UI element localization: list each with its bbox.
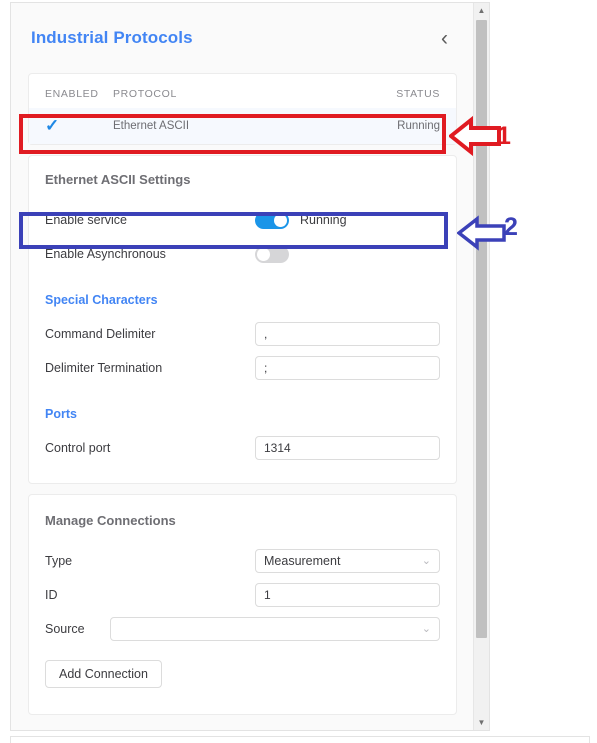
column-header-protocol: PROTOCOL xyxy=(113,88,177,100)
enable-service-row: Enable service Running xyxy=(29,203,456,237)
bottom-panel-strip xyxy=(10,736,590,743)
special-characters-title: Special Characters xyxy=(45,293,158,307)
column-header-enabled: ENABLED xyxy=(45,88,99,100)
scroll-down-arrow-icon[interactable]: ▼ xyxy=(474,715,489,730)
industrial-protocols-panel: Industrial Protocols ‹ ENABLED PROTOCOL … xyxy=(10,2,490,731)
enable-service-label: Enable service xyxy=(45,213,127,227)
toggle-knob xyxy=(274,213,287,227)
toggle-knob xyxy=(257,247,270,261)
chevron-down-icon: ⌄ xyxy=(421,554,431,567)
command-delimiter-input[interactable] xyxy=(255,322,440,346)
add-connection-button[interactable]: Add Connection xyxy=(45,660,162,688)
connection-id-label: ID xyxy=(45,588,58,602)
scroll-up-arrow-icon[interactable]: ▲ xyxy=(474,3,489,18)
enable-asynchronous-label: Enable Asynchronous xyxy=(45,247,166,261)
connection-source-row: Source ⌄ xyxy=(29,612,456,646)
annotation-number-2: 2 xyxy=(504,213,518,241)
table-row[interactable]: ✓ Ethernet ASCII Running xyxy=(29,108,456,144)
check-icon[interactable]: ✓ xyxy=(45,117,113,134)
enable-service-toggle[interactable] xyxy=(255,211,289,229)
row-protocol-name: Ethernet ASCII xyxy=(113,119,190,132)
enable-service-state-text: Running xyxy=(300,213,347,227)
connection-id-row: ID xyxy=(29,578,456,612)
control-port-label: Control port xyxy=(45,441,111,455)
table-header-row: ENABLED PROTOCOL STATUS xyxy=(29,74,456,108)
manage-connections-title: Manage Connections xyxy=(45,513,176,528)
delimiter-termination-label: Delimiter Termination xyxy=(45,361,163,375)
connection-id-input[interactable] xyxy=(255,583,440,607)
annotation-number-1: 1 xyxy=(497,122,511,150)
chevron-left-icon[interactable]: ‹ xyxy=(437,26,452,51)
connection-type-value: Measurement xyxy=(264,554,341,568)
connection-source-select[interactable]: ⌄ xyxy=(110,617,440,641)
control-port-row: Control port xyxy=(29,431,456,465)
check-glyph: ✓ xyxy=(45,116,60,135)
connection-type-select[interactable]: Measurement ⌄ xyxy=(255,549,440,573)
delimiter-termination-input[interactable] xyxy=(255,356,440,380)
page-title: Industrial Protocols xyxy=(31,28,193,47)
ethernet-ascii-settings-card: Ethernet ASCII Settings Enable service R… xyxy=(28,155,457,484)
enable-asynchronous-row: Enable Asynchronous xyxy=(29,237,456,271)
connection-type-row: Type Measurement ⌄ xyxy=(29,544,456,578)
control-port-input[interactable] xyxy=(255,436,440,460)
column-header-status: STATUS xyxy=(396,88,440,100)
connection-source-label: Source xyxy=(45,622,85,636)
delimiter-termination-row: Delimiter Termination xyxy=(29,351,456,385)
manage-connections-card: Manage Connections Type Measurement ⌄ ID… xyxy=(28,494,457,715)
chevron-down-icon: ⌄ xyxy=(421,622,431,635)
scrollbar-thumb[interactable] xyxy=(476,20,487,638)
command-delimiter-row: Command Delimiter xyxy=(29,317,456,351)
connection-type-label: Type xyxy=(45,554,73,568)
status-badge: Running xyxy=(397,119,440,132)
panel-header: Industrial Protocols ‹ xyxy=(11,3,474,73)
scroll-viewport: Industrial Protocols ‹ ENABLED PROTOCOL … xyxy=(11,3,474,730)
settings-section-title: Ethernet ASCII Settings xyxy=(45,172,191,187)
protocol-table-card: ENABLED PROTOCOL STATUS ✓ Ethernet ASCII… xyxy=(28,73,457,145)
ports-title: Ports xyxy=(45,407,77,421)
enable-asynchronous-toggle[interactable] xyxy=(255,245,289,263)
vertical-scrollbar[interactable]: ▲ ▼ xyxy=(473,3,489,730)
command-delimiter-label: Command Delimiter xyxy=(45,327,156,341)
